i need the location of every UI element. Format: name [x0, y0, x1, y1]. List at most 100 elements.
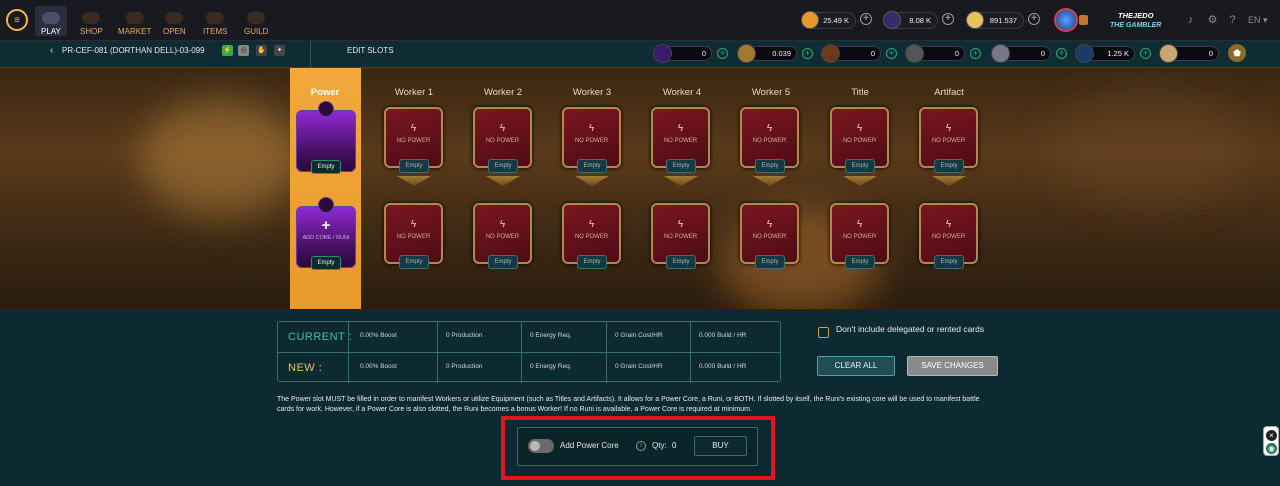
add-wood-button[interactable]: +	[886, 48, 897, 59]
energy-icon[interactable]: ⚡	[222, 45, 233, 56]
save-changes-button[interactable]: SAVE CHANGES	[907, 356, 998, 376]
no-power-icon: ϟ	[945, 219, 952, 230]
power-empty-button[interactable]: Empty	[311, 256, 341, 270]
empty-button[interactable]: Empty	[399, 255, 429, 269]
empty-button[interactable]: Empty	[755, 255, 785, 269]
nav-item-play[interactable]: PLAY	[35, 6, 67, 36]
add-grain-button[interactable]: +	[802, 48, 813, 59]
rank-badge-icon	[1079, 15, 1088, 25]
market-icon	[125, 12, 144, 24]
empty-button[interactable]: Empty	[488, 255, 518, 269]
nav-item-market[interactable]: MARKET	[118, 6, 151, 36]
voucher-icon	[883, 11, 901, 29]
resource-scroll: 0	[1159, 44, 1219, 63]
add-power-button[interactable]: +	[717, 48, 728, 59]
chevron-left-icon[interactable]: ‹	[50, 45, 53, 56]
empty-button[interactable]: Empty	[845, 159, 875, 173]
no-power-icon: ϟ	[766, 123, 773, 134]
nav-item-guild[interactable]: GUILD	[244, 6, 268, 36]
resource-wood: 0	[821, 44, 881, 63]
add-iron-button[interactable]: +	[1056, 48, 1067, 59]
stat-build: 0.000 Build / HR	[699, 332, 747, 339]
settings-small-icon[interactable]: ◎	[238, 45, 249, 56]
stat-energy: 0 Energy Req.	[530, 363, 572, 370]
column-header-worker-5: Worker 5	[751, 87, 791, 98]
no-power-icon: ϟ	[410, 219, 417, 230]
stat-production: 0 Production	[446, 332, 483, 339]
empty-button[interactable]: Empty	[934, 159, 964, 173]
slot-socket-icon	[318, 101, 334, 117]
no-power-icon: ϟ	[588, 123, 595, 134]
stats-current-row: CURRENT : 0.00% Boost 0 Production 0 Ene…	[278, 322, 780, 352]
current-label: CURRENT :	[288, 331, 353, 343]
nav-item-shop[interactable]: SHOP	[80, 6, 103, 36]
user-avatar[interactable]	[1054, 8, 1078, 32]
add-power-core-toggle[interactable]	[528, 439, 554, 453]
username[interactable]: THEJEDO	[1118, 11, 1153, 20]
add-power-core-label: Add Power Core	[560, 441, 619, 450]
worker-icon[interactable]: ✦	[274, 45, 285, 56]
no-power-icon: ϟ	[499, 219, 506, 230]
empty-button[interactable]: Empty	[666, 255, 696, 269]
resource-iron: 0	[991, 44, 1051, 63]
empty-button[interactable]: Empty	[488, 159, 518, 173]
stats-new-row: NEW : 0.00% Boost 0 Production 0 Energy …	[278, 353, 780, 383]
add-crystal-button[interactable]: +	[1140, 48, 1151, 59]
nav-item-items[interactable]: ITEMS	[203, 6, 227, 36]
divider	[348, 322, 349, 383]
empty-button[interactable]: Empty	[755, 159, 785, 173]
no-power-icon: ϟ	[499, 123, 506, 134]
nav-item-open[interactable]: OPEN	[163, 6, 186, 36]
ticket-icon	[966, 11, 984, 29]
empty-button[interactable]: Empty	[577, 255, 607, 269]
column-header-worker-1: Worker 1	[394, 87, 434, 98]
chevron-down-icon	[486, 176, 520, 186]
stats-comparison-panel: CURRENT : 0.00% Boost 0 Production 0 Ene…	[277, 321, 781, 383]
iron-icon	[991, 44, 1010, 63]
resource-coin: 25.49 K	[801, 11, 856, 29]
column-header-worker-4: Worker 4	[662, 87, 702, 98]
add-stone-button[interactable]: +	[970, 48, 981, 59]
side-widget[interactable]: × ◉	[1263, 426, 1279, 456]
empty-button[interactable]: Empty	[577, 159, 607, 173]
resource-voucher: 8.08 K	[883, 11, 938, 29]
items-icon	[206, 12, 225, 24]
divider	[521, 322, 522, 383]
gear-icon[interactable]: ⚙	[1207, 15, 1218, 26]
empty-button[interactable]: Empty	[666, 159, 696, 173]
no-power-icon: ϟ	[677, 219, 684, 230]
empty-button[interactable]: Empty	[399, 159, 429, 173]
language-selector[interactable]: EN ▾	[1248, 15, 1268, 26]
clear-all-button[interactable]: CLEAR ALL	[817, 356, 895, 376]
exclude-delegated-checkbox[interactable]	[818, 327, 829, 338]
shop-icon	[82, 12, 101, 24]
chevron-down-icon	[664, 176, 698, 186]
stat-build: 0.000 Build / HR	[699, 363, 747, 370]
exclude-delegated-label[interactable]: Don't include delegated or rented cards	[836, 324, 986, 335]
stat-boost: 0.00% Boost	[360, 332, 397, 339]
chevron-down-icon	[932, 176, 966, 186]
scene-glow	[140, 98, 300, 218]
empty-button[interactable]: Empty	[934, 255, 964, 269]
column-header-power: Power	[310, 87, 340, 98]
add-ticket-button[interactable]: +	[1028, 13, 1040, 25]
help-icon[interactable]: ?	[1227, 15, 1238, 26]
add-coin-button[interactable]: +	[860, 13, 872, 25]
divider	[606, 322, 607, 383]
hand-icon[interactable]: ✋	[256, 45, 267, 56]
splinterlands-logo-icon[interactable]: ≡	[6, 9, 28, 31]
column-header-title: Title	[851, 87, 869, 98]
sound-icon[interactable]: ♪	[1185, 15, 1196, 26]
close-icon[interactable]: ×	[1266, 430, 1277, 441]
totem-icon[interactable]: ⬟	[1228, 44, 1246, 62]
empty-button[interactable]: Empty	[845, 255, 875, 269]
slot-scene: Power Worker 1 Worker 2 Worker 3 Worker …	[0, 68, 1280, 309]
stone-icon	[905, 44, 924, 63]
refresh-icon[interactable]: ◉	[1266, 443, 1277, 454]
chevron-down-icon	[843, 176, 877, 186]
power-empty-button[interactable]: Empty	[311, 160, 341, 174]
buy-button[interactable]: BUY	[694, 436, 747, 456]
info-icon[interactable]: i	[636, 441, 646, 451]
top-navigation-bar: ≡ PLAY SHOP MARKET OPEN ITEMS GUILD 25.4…	[0, 0, 1280, 41]
add-voucher-button[interactable]: +	[942, 13, 954, 25]
